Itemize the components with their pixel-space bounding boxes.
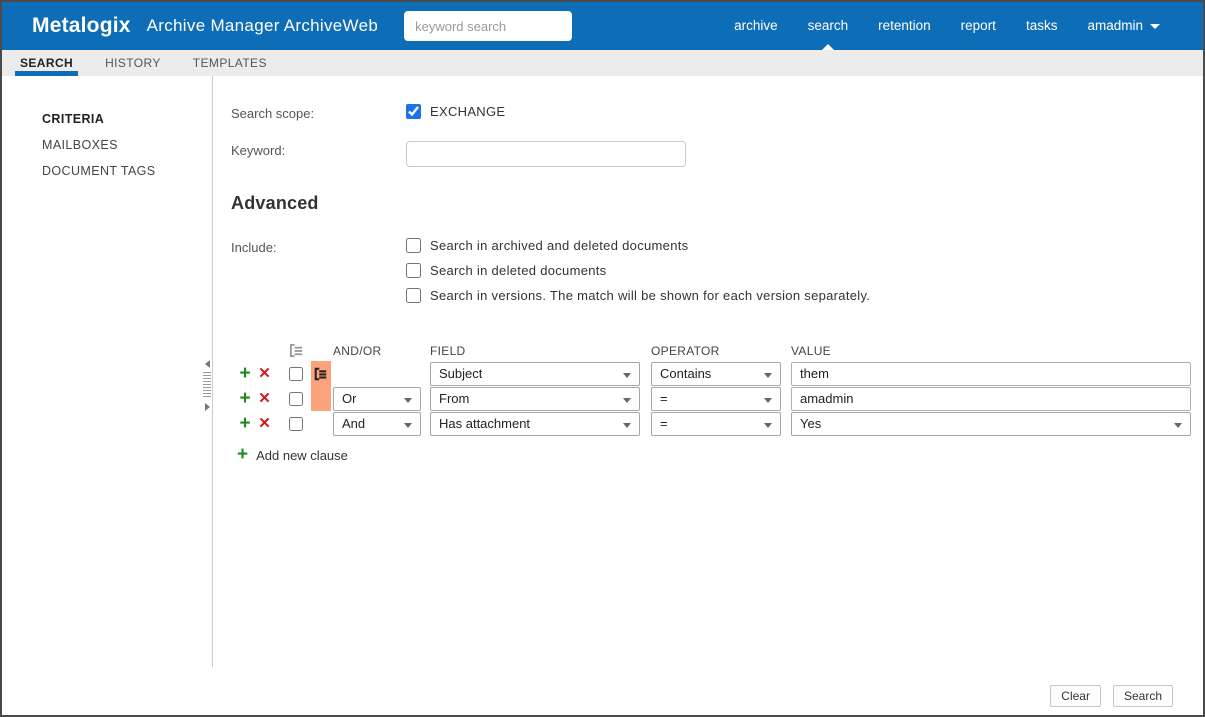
group-marker-cell[interactable] — [311, 411, 331, 436]
operator-dropdown[interactable]: Contains — [651, 361, 781, 386]
value-input[interactable] — [791, 361, 1191, 386]
include-label: Include: — [231, 240, 277, 255]
andor-value: Or — [342, 391, 357, 406]
tab-history[interactable]: HISTORY — [105, 50, 161, 76]
operator-value: = — [660, 416, 668, 431]
field-dropdown[interactable]: Has attachment — [430, 411, 640, 436]
clause-checkbox[interactable] — [289, 366, 303, 381]
value-value: Yes — [800, 416, 822, 431]
scope-exchange-checkbox-row[interactable]: EXCHANGE — [406, 104, 505, 119]
nav-search[interactable]: search — [793, 2, 864, 50]
header-operator: OPERATOR — [651, 344, 720, 358]
include-deleted-checkbox[interactable] — [406, 263, 421, 278]
include-versions-checkbox[interactable] — [406, 288, 421, 303]
include-option-label: Search in deleted documents — [430, 263, 607, 278]
user-menu-label: amadmin — [1087, 18, 1143, 33]
metalogix-logo: Metalogix — [32, 14, 131, 37]
top-header: Metalogix Archive Manager ArchiveWeb arc… — [2, 2, 1203, 50]
sidebar-item-criteria[interactable]: CRITERIA — [2, 106, 212, 132]
clause-row: + ✕ Or From = — [225, 386, 1203, 411]
builder-header-row: AND/OR FIELD OPERATOR VALUE — [225, 340, 1203, 358]
chevron-down-icon — [1150, 23, 1160, 29]
keyword-input[interactable] — [406, 141, 686, 167]
operator-value: Contains — [660, 366, 712, 381]
field-dropdown[interactable]: Subject — [430, 361, 640, 386]
value-dropdown[interactable]: Yes — [791, 411, 1191, 436]
delete-clause-icon[interactable]: ✕ — [258, 365, 271, 382]
andor-dropdown[interactable]: Or — [333, 386, 421, 411]
group-icon — [314, 367, 327, 380]
operator-dropdown[interactable]: = — [651, 386, 781, 411]
add-icon: + — [237, 444, 249, 465]
sidebar-item-mailboxes[interactable]: MAILBOXES — [2, 132, 212, 158]
keyword-label: Keyword: — [231, 143, 286, 158]
include-options: Search in archived and deleted documents… — [406, 238, 870, 313]
splitter-grip-icon — [203, 372, 211, 399]
andor-dropdown[interactable]: And — [333, 411, 421, 436]
sidebar: CRITERIA MAILBOXES DOCUMENT TAGS — [2, 76, 213, 667]
tab-search[interactable]: SEARCH — [14, 50, 79, 76]
nav-report[interactable]: report — [946, 2, 1011, 50]
header-value: VALUE — [791, 344, 831, 358]
tab-templates[interactable]: TEMPLATES — [193, 50, 267, 76]
app-window: Metalogix Archive Manager ArchiveWeb arc… — [0, 0, 1205, 717]
criteria-panel: Search scope: EXCHANGE Keyword: Advanced… — [213, 76, 1203, 667]
include-archived-deleted-checkbox[interactable] — [406, 238, 421, 253]
expand-right-icon — [204, 403, 210, 411]
sidebar-splitter[interactable] — [201, 360, 213, 411]
sidebar-item-document-tags[interactable]: DOCUMENT TAGS — [2, 158, 212, 184]
nav-retention[interactable]: retention — [863, 2, 946, 50]
group-marker-cell[interactable] — [311, 386, 331, 411]
add-clause-icon[interactable]: + — [239, 363, 250, 384]
add-new-clause-label: Add new clause — [256, 447, 348, 463]
operator-dropdown[interactable]: = — [651, 411, 781, 436]
collapse-left-icon — [204, 360, 210, 368]
nav-tasks[interactable]: tasks — [1011, 2, 1073, 50]
nav-archive[interactable]: archive — [719, 2, 793, 50]
andor-value: And — [342, 416, 366, 431]
header-andor: AND/OR — [333, 344, 382, 358]
field-value: Has attachment — [439, 416, 531, 431]
keyword-search-input[interactable] — [404, 11, 573, 41]
add-new-clause-button[interactable]: + Add new clause — [237, 445, 1203, 465]
delete-clause-icon[interactable]: ✕ — [258, 390, 271, 407]
footer-bar: Clear Search — [2, 669, 1203, 715]
app-title: Archive Manager ArchiveWeb — [146, 16, 379, 35]
header-field: FIELD — [430, 344, 466, 358]
field-value: From — [439, 391, 470, 406]
search-scope-label: Search scope: — [231, 106, 315, 121]
clause-row: + ✕ And Has attachment = Yes — [225, 411, 1203, 436]
include-option-row[interactable]: Search in versions. The match will be sh… — [406, 288, 870, 303]
field-dropdown[interactable]: From — [430, 386, 640, 411]
group-marker-cell[interactable] — [311, 361, 331, 386]
clause-checkbox[interactable] — [289, 391, 303, 406]
include-option-row[interactable]: Search in deleted documents — [406, 263, 870, 278]
clear-button[interactable]: Clear — [1050, 685, 1101, 707]
advanced-heading: Advanced — [231, 193, 319, 213]
include-option-label: Search in versions. The match will be sh… — [430, 288, 871, 303]
top-navigation: archive search retention report tasks am… — [719, 2, 1203, 50]
add-clause-icon[interactable]: + — [239, 413, 250, 434]
include-option-row[interactable]: Search in archived and deleted documents — [406, 238, 870, 253]
query-builder: AND/OR FIELD OPERATOR VALUE + ✕ Subject … — [225, 340, 1203, 465]
content-area: CRITERIA MAILBOXES DOCUMENT TAGS Search … — [2, 76, 1203, 667]
operator-value: = — [660, 391, 668, 406]
field-value: Subject — [439, 366, 483, 381]
exchange-checkbox[interactable] — [406, 104, 421, 119]
delete-clause-icon[interactable]: ✕ — [258, 415, 271, 432]
tab-bar: SEARCH HISTORY TEMPLATES — [2, 50, 1203, 76]
add-clause-icon[interactable]: + — [239, 388, 250, 409]
user-menu[interactable]: amadmin — [1072, 2, 1175, 50]
value-input[interactable] — [791, 386, 1191, 411]
include-option-label: Search in archived and deleted documents — [430, 238, 689, 253]
exchange-label: EXCHANGE — [430, 104, 506, 119]
clause-checkbox[interactable] — [289, 416, 303, 431]
group-icon — [289, 343, 331, 358]
clause-row: + ✕ Subject Contains — [225, 361, 1203, 386]
search-button[interactable]: Search — [1112, 685, 1173, 707]
